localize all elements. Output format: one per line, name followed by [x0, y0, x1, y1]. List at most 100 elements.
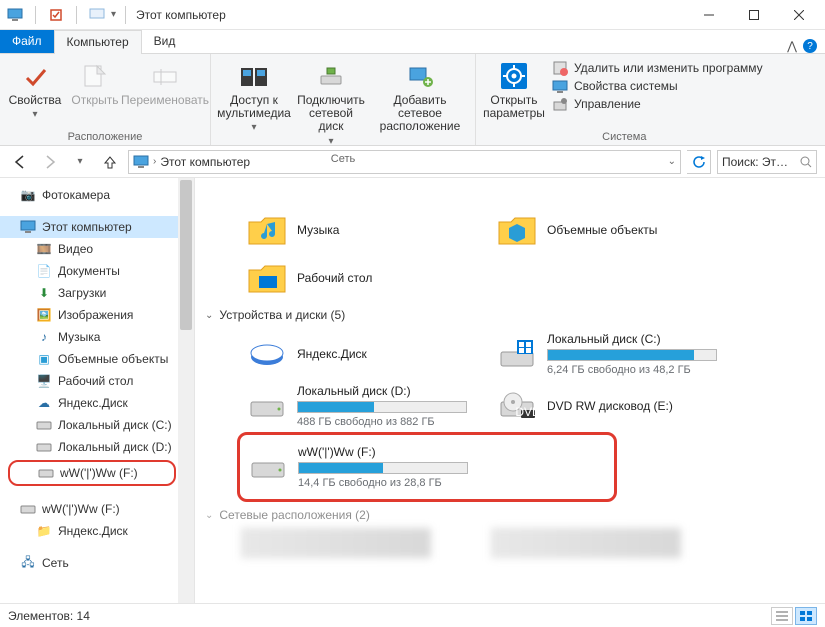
drive-ww-f[interactable]: wW('|')Ww (F:) 14,4 ГБ свободно из 28,8 … — [237, 432, 617, 502]
forward-button[interactable] — [38, 150, 62, 174]
sidebar-item-yandex-disk[interactable]: ☁Яндекс.Диск — [0, 392, 194, 414]
objects3d-icon: ▣ — [36, 351, 52, 367]
properties-icon — [19, 60, 51, 92]
chevron-right-icon[interactable]: › — [153, 156, 156, 167]
open-settings-button[interactable]: Открыть параметры — [482, 56, 546, 124]
svg-text:DVD: DVD — [515, 405, 537, 419]
sidebar-item-ww-f-removable[interactable]: wW('|')Ww (F:) — [0, 498, 194, 520]
computer-icon — [133, 155, 149, 169]
qat-properties-icon[interactable] — [45, 4, 67, 26]
collapse-ribbon-icon[interactable]: ⋀ — [787, 39, 797, 53]
help-icon[interactable]: ? — [803, 39, 817, 53]
pictures-icon: 🖼️ — [36, 307, 52, 323]
rename-label: Переименовать — [121, 94, 209, 107]
navigation-pane: 📷Фотокамера Этот компьютер 🎞️Видео 📄Доку… — [0, 178, 195, 603]
section-network-locations[interactable]: ⌄ Сетевые расположения (2) — [201, 502, 825, 528]
back-button[interactable] — [8, 150, 32, 174]
manage-button[interactable]: Управление — [552, 96, 763, 112]
capacity-bar — [547, 349, 717, 361]
folder-icon: 📁 — [36, 523, 52, 539]
open-settings-label: Открыть параметры — [483, 94, 545, 120]
manage-icon — [552, 96, 568, 112]
sidebar-item-videos[interactable]: 🎞️Видео — [0, 238, 194, 260]
titlebar: ▾ Этот компьютер — [0, 0, 825, 30]
system-shortcuts: Удалить или изменить программу Свойства … — [548, 56, 767, 116]
drive-f-icon — [248, 447, 288, 487]
sidebar-item-this-pc[interactable]: Этот компьютер — [0, 216, 194, 238]
media-access-button[interactable]: Доступ к мультимедиа ▾ — [217, 56, 291, 137]
folder-item[interactable] — [491, 178, 741, 206]
add-network-button[interactable]: Добавить сетевое расположение — [371, 56, 469, 138]
sidebar-item-downloads[interactable]: ⬇Загрузки — [0, 282, 194, 304]
properties-button[interactable]: Свойства ▾ — [6, 56, 64, 124]
drive-icon — [36, 417, 52, 433]
media-label: Доступ к мультимедиа — [217, 94, 291, 120]
quick-access-toolbar: ▾ — [4, 4, 132, 26]
group-label-system: Система — [602, 129, 646, 143]
sidebar-item-documents[interactable]: 📄Документы — [0, 260, 194, 282]
sidebar-item-yandex-disk-2[interactable]: 📁Яндекс.Диск — [0, 520, 194, 542]
drive-yandex-disk[interactable]: Яндекс.Диск — [241, 328, 491, 380]
sidebar-item-3d-objects[interactable]: ▣Объемные объекты — [0, 348, 194, 370]
address-dropdown-icon[interactable]: ⌄ — [668, 156, 676, 167]
drive-dvd[interactable]: DVD DVD RW дисковод (E:) — [491, 380, 741, 432]
drive-icon — [36, 439, 52, 455]
up-button[interactable] — [98, 150, 122, 174]
drive-d-icon — [247, 386, 287, 426]
tab-view[interactable]: Вид — [142, 30, 188, 53]
window-title: Этот компьютер — [136, 8, 226, 22]
section-devices[interactable]: ⌄ Устройства и диски (5) — [201, 302, 825, 328]
chevron-down-icon: ⌄ — [205, 510, 213, 521]
sidebar-item-network[interactable]: 🖧Сеть — [0, 552, 194, 574]
folder-3d-objects[interactable]: Объемные объекты — [491, 206, 741, 254]
close-button[interactable] — [776, 0, 821, 30]
sidebar-item-local-d[interactable]: Локальный диск (D:) — [0, 436, 194, 458]
network-location-blurred[interactable] — [491, 528, 681, 558]
view-details-button[interactable] — [771, 607, 793, 625]
status-text: Элементов: 14 — [8, 609, 90, 623]
folder-desktop[interactable]: Рабочий стол — [241, 254, 491, 302]
sidebar-item-ww-f[interactable]: wW('|')Ww (F:) — [8, 460, 176, 486]
sidebar-item-pictures[interactable]: 🖼️Изображения — [0, 304, 194, 326]
recent-locations-button[interactable]: ▾ — [68, 150, 92, 174]
music-icon: ♪ — [36, 329, 52, 345]
system-properties-button[interactable]: Свойства системы — [552, 78, 763, 94]
qat-dropdown-icon[interactable] — [86, 4, 108, 26]
desktop-icon: 🖥️ — [36, 373, 52, 389]
breadcrumb-this-pc[interactable]: Этот компьютер — [160, 155, 250, 169]
folder-music[interactable]: Музыка — [241, 206, 491, 254]
sidebar-item-camera[interactable]: 📷Фотокамера — [0, 184, 194, 206]
folder-item[interactable] — [241, 178, 491, 206]
drive-local-c[interactable]: Локальный диск (C:) 6,24 ГБ свободно из … — [491, 328, 741, 380]
tab-file[interactable]: Файл — [0, 30, 54, 53]
tab-computer[interactable]: Компьютер — [54, 30, 142, 54]
capacity-bar — [298, 462, 468, 474]
maximize-button[interactable] — [731, 0, 776, 30]
drive-local-d[interactable]: Локальный диск (D:) 488 ГБ свободно из 8… — [241, 380, 491, 432]
sidebar-scrollbar[interactable] — [178, 178, 194, 603]
open-icon — [79, 60, 111, 92]
map-drive-button[interactable]: Подключить сетевой диск ▾ — [293, 56, 369, 151]
refresh-button[interactable] — [687, 150, 711, 174]
open-label: Открыть — [71, 94, 118, 107]
sidebar-item-music[interactable]: ♪Музыка — [0, 326, 194, 348]
qat-chevron-icon[interactable]: ▾ — [111, 9, 116, 20]
scrollbar-thumb[interactable] — [180, 180, 192, 330]
network-icon: 🖧 — [20, 555, 36, 571]
chevron-down-icon: ▾ — [251, 122, 256, 133]
add-network-label: Добавить сетевое расположение — [373, 94, 467, 134]
search-placeholder: Поиск: Эт… — [722, 155, 788, 169]
uninstall-program-button[interactable]: Удалить или изменить программу — [552, 60, 763, 76]
settings-icon — [498, 60, 530, 92]
drive-c-icon — [497, 334, 537, 374]
sidebar-item-desktop[interactable]: 🖥️Рабочий стол — [0, 370, 194, 392]
downloads-icon: ⬇ — [36, 285, 52, 301]
search-input[interactable]: Поиск: Эт… — [717, 150, 817, 174]
window-controls — [686, 0, 821, 30]
minimize-button[interactable] — [686, 0, 731, 30]
chevron-down-icon: ⌄ — [205, 310, 213, 321]
sidebar-item-local-c[interactable]: Локальный диск (C:) — [0, 414, 194, 436]
network-location-blurred[interactable] — [241, 528, 431, 558]
view-tiles-button[interactable] — [795, 607, 817, 625]
breadcrumb[interactable]: › Этот компьютер ⌄ — [128, 150, 681, 174]
